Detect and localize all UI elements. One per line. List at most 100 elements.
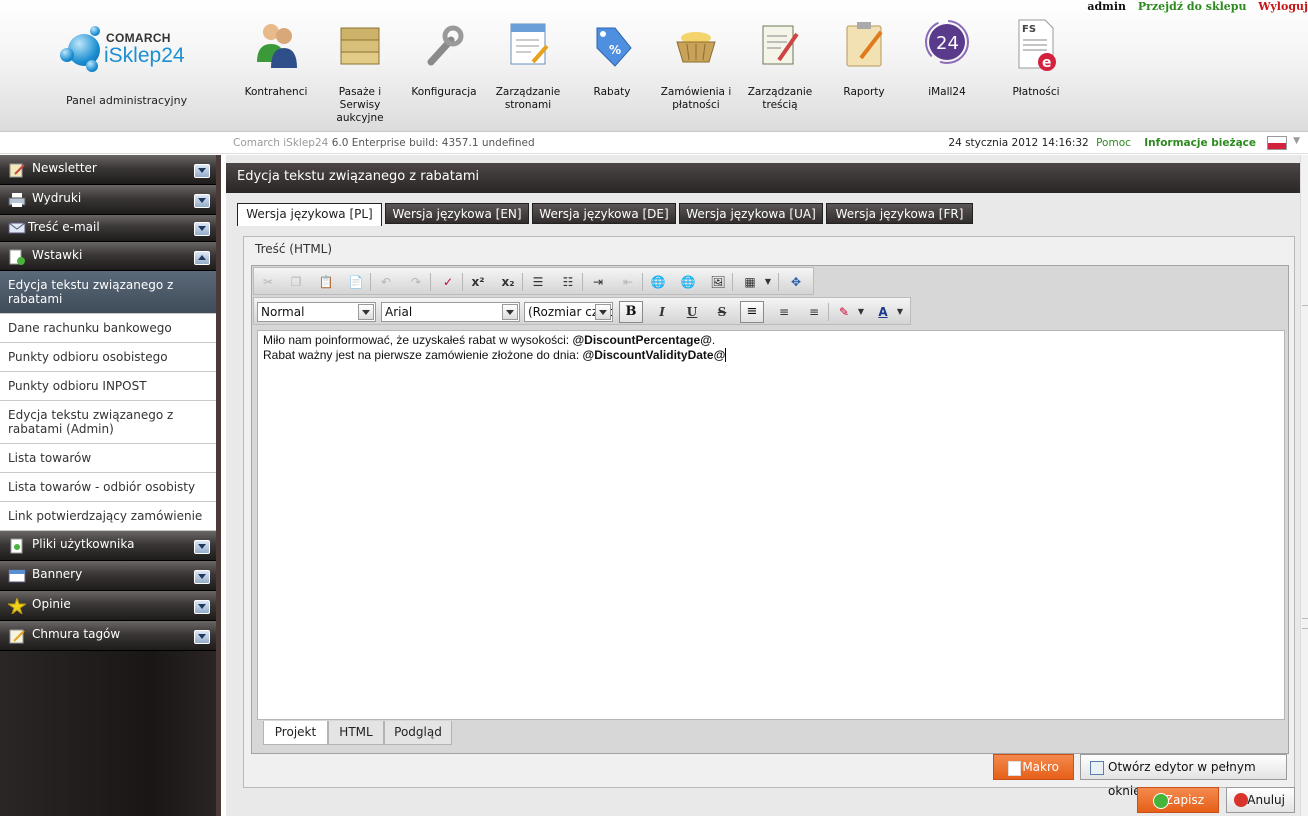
paste-icon[interactable]: 📋 [316,272,336,292]
sidebar-item-dane-rachunku[interactable]: Dane rachunku bankowego [0,314,216,343]
sidebar-item-link-potwierdzajacy[interactable]: Link potwierdzający zamówienie [0,502,216,531]
spellcheck-icon[interactable]: ✓ [438,272,458,292]
align-left-icon[interactable]: ≡ [740,301,764,323]
tool-konfiguracja[interactable]: Konfiguracja [402,18,486,99]
editor-content-area[interactable]: Miło nam poinformować, że uzyskałeś raba… [257,330,1285,720]
copy-icon[interactable]: ❐ [286,272,306,292]
help-link[interactable]: Pomoc [1096,137,1131,149]
username: admin [1087,0,1126,13]
tool-raporty[interactable]: Raporty [822,18,906,99]
indent-icon[interactable]: ⇥ [588,272,608,292]
top-header: admin Przejdź do sklepu Wyloguj COMARCH … [0,0,1308,132]
chevron-down-icon [595,304,611,320]
chevron-down-icon[interactable]: ▼ [851,302,871,322]
open-fullscreen-editor-button[interactable]: Otwórz edytor w pełnym oknie [1080,754,1287,798]
svg-text:%: % [609,43,621,57]
scrollbar[interactable] [1300,155,1308,816]
tool-zarzadzanie-stronami[interactable]: Zarządzanie stronami [486,18,570,112]
underline-button[interactable]: U [682,302,702,322]
language-flag-icon[interactable] [1267,136,1287,150]
strikethrough-button[interactable]: S [712,302,732,322]
tool-kontrahenci[interactable]: Kontrahenci [234,18,318,99]
outdent-icon[interactable]: ⇤ [618,272,638,292]
tab-lang-de[interactable]: Wersja językowa [DE] [532,203,676,224]
tab-lang-ua[interactable]: Wersja językowa [UA] [679,203,823,224]
tab-lang-pl[interactable]: Wersja językowa [PL] [237,203,382,226]
collapse-toggle-icon[interactable] [194,251,210,265]
redo-icon[interactable]: ↷ [406,272,426,292]
tool-rabaty[interactable]: % Rabaty [570,18,654,99]
tool-label: Konfiguracja [411,86,477,98]
news-link[interactable]: Informacje bieżące [1144,137,1256,149]
tab-projekt[interactable]: Projekt [263,721,328,745]
table-icon[interactable]: ▦ [740,272,760,292]
logo-product: iSklep24 [104,44,185,67]
paste-word-icon[interactable]: 📄 [346,272,366,292]
logout-link[interactable]: Wyloguj [1258,0,1308,13]
align-right-icon[interactable]: ≡ [804,302,824,322]
expand-toggle-icon[interactable] [194,540,210,554]
unlink-icon[interactable]: 🌐 [678,272,698,292]
sidebar-section-pliki[interactable]: Pliki użytkownika [0,531,216,561]
sidebar-item-punkty-odbioru[interactable]: Punkty odbioru osobistego [0,343,216,372]
tab-lang-en[interactable]: Wersja językowa [EN] [385,203,529,224]
comarch-logo[interactable]: COMARCH iSklep24 [60,22,190,77]
sidebar-section-chmura-tagow[interactable]: Chmura tagów [0,621,216,651]
expand-toggle-icon[interactable] [194,222,210,236]
tool-zarzadzanie-trescia[interactable]: Zarządzanie treścią [738,18,822,112]
sidebar-item-lista-towarow-odbior[interactable]: Lista towarów - odbiór osobisty [0,473,216,502]
save-button[interactable]: Zapisz [1137,787,1219,813]
subscript-icon[interactable]: x₂ [498,272,518,292]
numbered-list-icon[interactable]: ☰ [528,272,548,292]
makro-button[interactable]: Makro [993,754,1074,780]
svg-text:FS: FS [1022,24,1036,35]
shop-link[interactable]: Przejdź do sklepu [1138,0,1247,13]
rich-text-editor: ✂ ❐ 📋 📄 ↶ ↷ ✓ x² x₂ ☰ ☷ ⇥ ⇤ 🌐 � [251,265,1289,754]
cancel-button[interactable]: Anuluj [1226,787,1295,813]
sidebar-item-edycja-rabaty-admin[interactable]: Edycja tekstu związanego z rabatami (Adm… [0,401,216,444]
expand-toggle-icon[interactable] [194,194,210,208]
expand-toggle-icon[interactable] [194,600,210,614]
tool-zamowienia[interactable]: Zamówienia i płatności [654,18,738,112]
undo-icon[interactable]: ↶ [376,272,396,292]
tool-imall24[interactable]: 24 iMall24 [905,18,989,99]
image-icon[interactable]: 🖼 [708,272,728,292]
expand-toggle-icon[interactable] [194,570,210,584]
tab-podglad[interactable]: Podgląd [384,721,452,745]
align-center-icon[interactable]: ≡ [774,302,794,322]
format-select[interactable]: Normal [257,302,376,322]
expand-toggle-icon[interactable] [194,164,210,178]
tool-label: iMall24 [928,86,966,98]
chevron-down-icon[interactable]: ▼ [890,302,910,322]
italic-button[interactable]: I [652,302,672,322]
sidebar-section-label: Pliki użytkownika [32,537,135,551]
clipboard-icon [841,18,887,72]
tool-platnosci[interactable]: FS e Płatności [994,18,1078,99]
tab-html[interactable]: HTML [328,721,384,745]
superscript-icon[interactable]: x² [468,272,488,292]
tool-pasaze[interactable]: Pasaże i Serwisy aukcyjne [318,18,402,125]
expand-toggle-icon[interactable] [194,630,210,644]
sidebar-item-lista-towarow[interactable]: Lista towarów [0,444,216,473]
chevron-down-icon[interactable]: ▼ [1293,136,1300,146]
sidebar-section-label: Bannery [32,567,83,581]
tab-lang-fr[interactable]: Wersja językowa [FR] [826,203,973,224]
sidebar-section-tresc-email[interactable]: Treść e-mail [0,215,216,242]
sidebar-section-opinie[interactable]: Opinie [0,591,216,621]
sidebar-section-wydruki[interactable]: Wydruki [0,185,216,215]
chevron-down-icon [502,304,518,320]
link-icon[interactable]: 🌐 [648,272,668,292]
sidebar-item-edycja-rabaty[interactable]: Edycja tekstu związanego z rabatami [0,271,216,314]
font-select[interactable]: Arial [381,302,520,322]
sidebar-item-punkty-inpost[interactable]: Punkty odbioru INPOST [0,372,216,401]
chevron-down-icon[interactable]: ▼ [758,272,778,292]
sidebar-section-wstawki[interactable]: Wstawki [0,242,216,271]
fullscreen-icon[interactable]: ✥ [786,272,806,292]
sidebar-section-newsletter[interactable]: Newsletter [0,155,216,185]
font-size-select[interactable]: (Rozmiar czcionki) [524,302,613,322]
content-edit-icon [757,18,803,72]
cut-icon[interactable]: ✂ [258,272,278,292]
bullet-list-icon[interactable]: ☷ [558,272,578,292]
sidebar-section-bannery[interactable]: Bannery [0,561,216,591]
bold-button[interactable]: B [619,301,643,323]
